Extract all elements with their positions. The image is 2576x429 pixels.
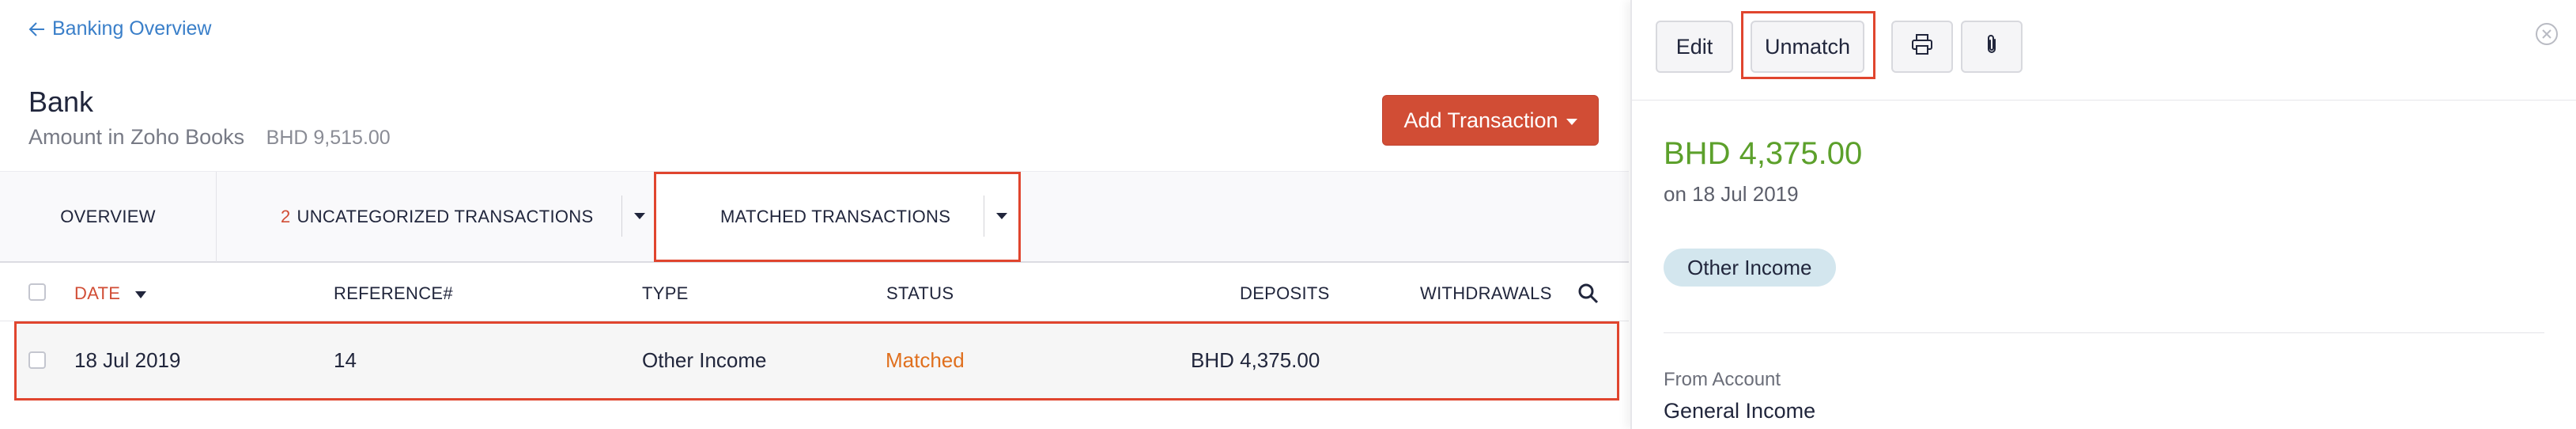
column-deposits: DEPOSITS [1240, 283, 1330, 303]
detail-amount: BHD 4,375.00 [1664, 136, 1863, 171]
sort-desc-icon [134, 290, 146, 298]
back-link-label: Banking Overview [52, 17, 212, 40]
row-type: Other Income [642, 348, 767, 372]
row-reference: 14 [334, 348, 357, 372]
printer-icon [1910, 32, 1934, 62]
column-withdrawals: WITHDRAWALS [1420, 283, 1552, 303]
column-type: TYPE [642, 283, 689, 303]
add-transaction-label: Add Transaction [1403, 108, 1558, 132]
arrow-left-icon [27, 19, 47, 40]
transactions-pane: Banking Overview Bank Amount in Zoho Boo… [0, 0, 1629, 429]
detail-date: on 18 Jul 2019 [1664, 182, 1799, 206]
column-reference: REFERENCE# [334, 283, 453, 303]
row-date: 18 Jul 2019 [74, 348, 181, 372]
add-transaction-button[interactable]: Add Transaction [1382, 95, 1599, 146]
row-checkbox[interactable] [28, 351, 46, 369]
tab-uncategorized-label: UNCATEGORIZED TRANSACTIONS [297, 207, 594, 226]
row-status: Matched [886, 348, 965, 372]
amount-label: Amount in Zoho Books [28, 125, 245, 149]
tab-matched-label: MATCHED TRANSACTIONS [720, 207, 951, 226]
divider [1632, 100, 2576, 101]
tab-overview[interactable]: OVERVIEW [0, 172, 217, 262]
search-icon[interactable] [1577, 282, 1600, 306]
chevron-down-icon [1566, 119, 1577, 125]
column-date[interactable]: DATE [74, 283, 146, 304]
table-row[interactable]: 18 Jul 2019 14 Other Income Matched BHD … [14, 321, 1619, 401]
chevron-down-icon [633, 213, 645, 219]
close-icon[interactable] [2533, 21, 2560, 47]
divider [1664, 332, 2544, 333]
attach-button[interactable] [1961, 21, 2023, 73]
tab-overview-label: OVERVIEW [60, 207, 156, 226]
tab-uncategorized-transactions[interactable]: 2 UNCATEGORIZED TRANSACTIONS [217, 172, 652, 262]
from-account-label: From Account [1664, 369, 1781, 390]
edit-button[interactable]: Edit [1656, 21, 1733, 73]
table-header: DATE REFERENCE# TYPE STATUS DEPOSITS WIT… [0, 264, 1629, 321]
tab-matched-transactions[interactable]: MATCHED TRANSACTIONS [654, 172, 1021, 262]
uncategorized-dropdown-toggle[interactable] [621, 196, 656, 237]
uncategorized-count: 2 [281, 207, 291, 226]
transaction-detail-panel: Edit Unmatch BHD 4,375.00 on 18 Jul 2019… [1630, 0, 2576, 429]
select-all-checkbox[interactable] [28, 283, 46, 301]
back-to-banking-overview-link[interactable]: Banking Overview [27, 17, 211, 40]
from-account-value: General Income [1664, 399, 1816, 423]
print-button[interactable] [1891, 21, 1953, 73]
status-badge: Other Income [1664, 249, 1836, 287]
matched-dropdown-toggle[interactable] [984, 196, 1018, 237]
row-deposits: BHD 4,375.00 [1191, 348, 1320, 372]
amount-value: BHD 9,515.00 [266, 127, 391, 149]
unmatch-button[interactable]: Unmatch [1751, 21, 1864, 73]
page-title: Bank [28, 85, 94, 118]
paperclip-icon [1980, 32, 2004, 62]
transaction-tabs: OVERVIEW 2 UNCATEGORIZED TRANSACTIONS MA… [0, 171, 1629, 263]
column-status: STATUS [886, 283, 954, 303]
amount-summary: Amount in Zoho Books BHD 9,515.00 [28, 125, 391, 150]
chevron-down-icon [995, 213, 1007, 219]
column-date-label: DATE [74, 283, 121, 303]
